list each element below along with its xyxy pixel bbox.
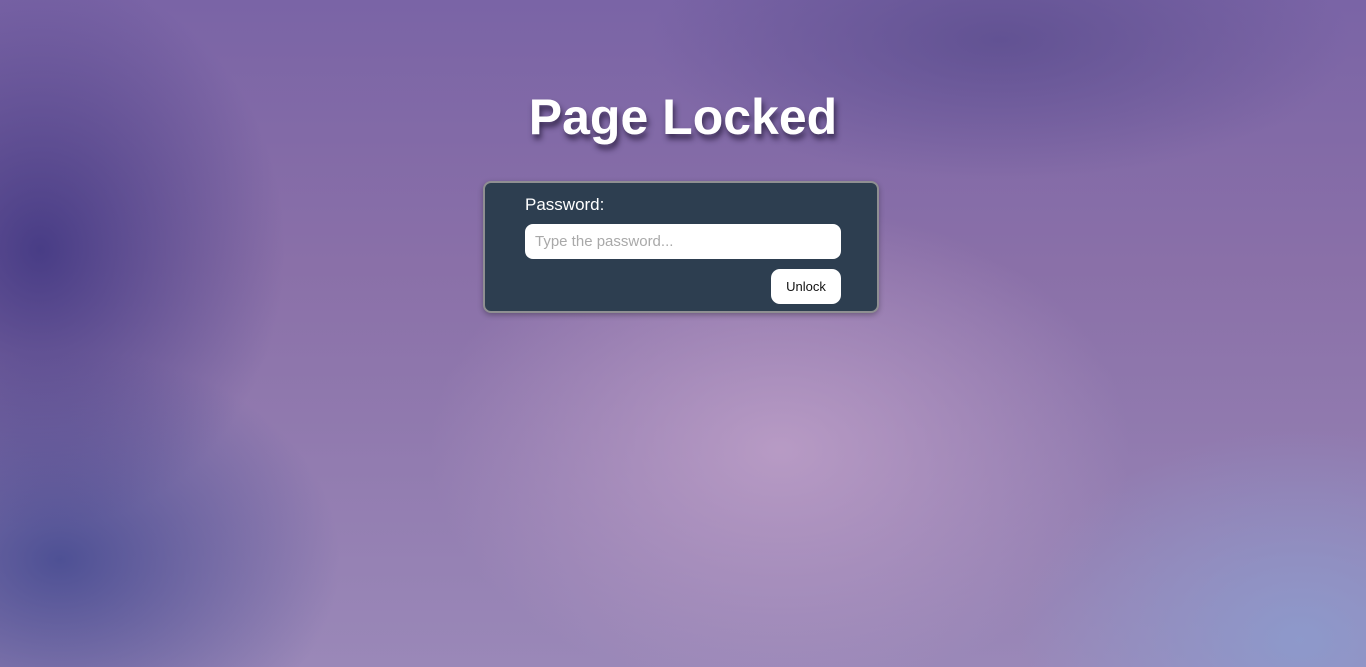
password-input[interactable] [525, 224, 841, 259]
unlock-button[interactable]: Unlock [771, 269, 841, 304]
password-label: Password: [525, 195, 605, 214]
page-title: Page Locked [528, 89, 838, 145]
unlock-panel: Password: Unlock [483, 181, 879, 313]
